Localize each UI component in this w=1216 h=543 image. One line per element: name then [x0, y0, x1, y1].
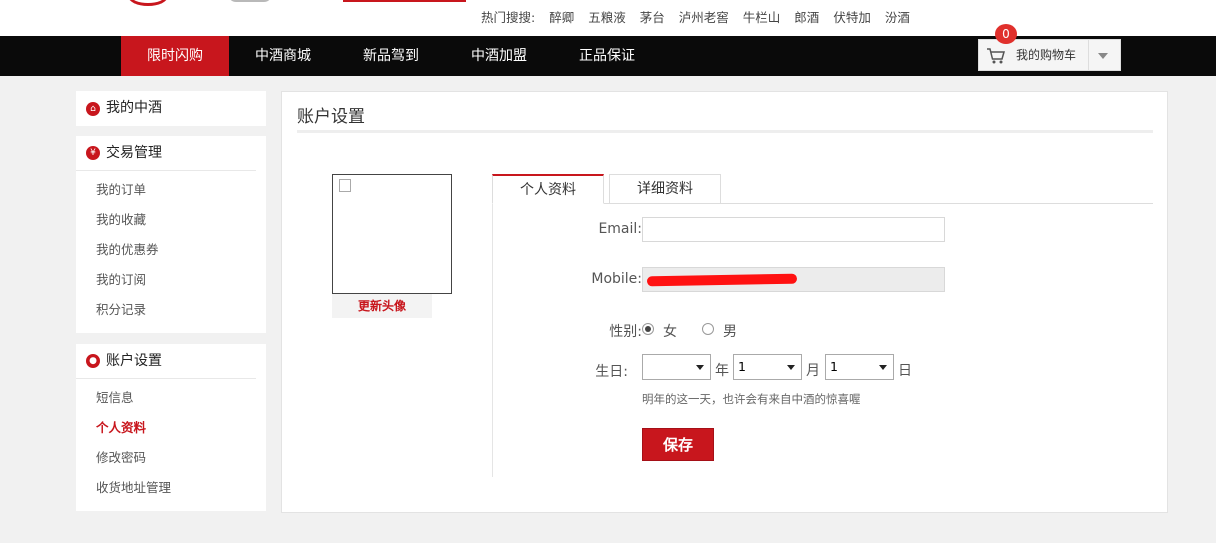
hot-keyword[interactable]: 郎酒 [794, 7, 819, 26]
user-icon: ● [86, 354, 100, 368]
sidebar-heading-trade: ¥ 交易管理 [76, 136, 256, 171]
sidebar-item-password[interactable]: 修改密码 [76, 443, 266, 473]
mobile-label: Mobile: [591, 271, 642, 287]
email-label: Email: [598, 221, 642, 237]
save-button[interactable]: 保存 [642, 428, 714, 461]
chevron-down-icon [879, 365, 887, 370]
nav-item-franchise[interactable]: 中酒加盟 [445, 36, 553, 76]
sidebar-account-section: ● 账户设置 短信息 个人资料 修改密码 收货地址管理 [76, 344, 266, 511]
tab-personal-info[interactable]: 个人资料 [492, 174, 604, 204]
tab-detailed-info[interactable]: 详细资料 [609, 174, 721, 204]
divider [492, 203, 493, 477]
account-settings-panel: 账户设置 更新头像 个人资料 详细资料 Email: Mobile: 性别: 女… [281, 91, 1168, 513]
chevron-down-icon [696, 365, 704, 370]
select-value: 1 [738, 359, 746, 374]
update-avatar-button[interactable]: 更新头像 [332, 294, 432, 318]
sidebar-heading: 交易管理 [106, 144, 162, 161]
sidebar-heading-account: ● 账户设置 [76, 344, 256, 379]
month-unit: 月 [806, 363, 820, 379]
redaction-mark [646, 273, 798, 287]
nav-item-authentic[interactable]: 正品保证 [553, 36, 661, 76]
home-icon: ⌂ [86, 101, 100, 116]
year-unit: 年 [715, 363, 729, 379]
gender-female-label: 女 [663, 324, 677, 340]
sidebar-heading: 账户设置 [106, 352, 162, 369]
birth-month-select[interactable]: 1 [733, 354, 802, 380]
mobile-field[interactable] [642, 267, 945, 292]
birthday-hint: 明年的这一天，也许会有来自中酒的惊喜喔 [642, 392, 861, 406]
sidebar-item-points[interactable]: 积分记录 [76, 295, 266, 325]
day-unit: 日 [898, 363, 912, 379]
avatar [332, 174, 452, 294]
sidebar-item-messages[interactable]: 短信息 [76, 383, 266, 413]
hot-search: 热门搜搜: 醉卿 五粮液 茅台 泸州老窖 牛栏山 郎酒 伏特加 汾酒 [481, 7, 924, 25]
cart-button[interactable]: 我的购物车 [978, 39, 1121, 71]
nav-item-new-arrivals[interactable]: 新品驾到 [337, 36, 445, 76]
sidebar-item-subscriptions[interactable]: 我的订阅 [76, 265, 266, 295]
sidebar-item-addresses[interactable]: 收货地址管理 [76, 473, 266, 503]
cart-label: 我的购物车 [1016, 48, 1077, 62]
cart-count-badge: 0 [995, 24, 1017, 44]
gender-label: 性别: [609, 324, 642, 340]
search-bar-edge [343, 0, 466, 2]
hot-keyword[interactable]: 泸州老窖 [679, 7, 729, 26]
sidebar-heading: 我的中酒 [106, 100, 162, 116]
broken-image-icon [339, 179, 351, 192]
sidebar-item-profile[interactable]: 个人资料 [76, 413, 266, 443]
nav-item-mall[interactable]: 中酒商城 [229, 36, 337, 76]
hot-keyword[interactable]: 牛栏山 [743, 7, 781, 26]
hot-search-label: 热门搜搜: [481, 9, 536, 25]
email-field[interactable] [642, 217, 945, 242]
nav-item-flash-sale[interactable]: 限时闪购 [121, 36, 229, 76]
main-nav: 限时闪购 中酒商城 新品驾到 中酒加盟 正品保证 我的购物车 [0, 36, 1216, 76]
logo-script [228, 0, 272, 2]
birthday-label: 生日: [595, 364, 628, 380]
sidebar-item-coupons[interactable]: 我的优惠券 [76, 235, 266, 265]
hot-keyword[interactable]: 醉卿 [549, 7, 574, 26]
page-title: 账户设置 [297, 107, 365, 127]
gender-female-radio[interactable] [642, 323, 654, 335]
chevron-down-icon [787, 365, 795, 370]
gender-male-radio[interactable] [702, 323, 714, 335]
hot-keyword[interactable]: 茅台 [640, 7, 665, 26]
hot-keyword[interactable]: 五粮液 [588, 7, 626, 26]
gender-male-label: 男 [723, 324, 737, 340]
chevron-down-icon[interactable] [1098, 53, 1108, 59]
hot-keyword[interactable]: 汾酒 [885, 7, 910, 26]
sidebar-item-orders[interactable]: 我的订单 [76, 175, 266, 205]
divider [297, 130, 1153, 133]
divider [1088, 40, 1089, 70]
sidebar-item-favorites[interactable]: 我的收藏 [76, 205, 266, 235]
birth-year-select[interactable] [642, 354, 711, 380]
cart-icon [987, 48, 1005, 64]
sidebar-item-my[interactable]: ⌂ 我的中酒 [76, 91, 256, 126]
sidebar-trade-section: ¥ 交易管理 我的订单 我的收藏 我的优惠券 我的订阅 积分记录 [76, 136, 266, 333]
select-value: 1 [830, 359, 838, 374]
top-bar: 热门搜搜: 醉卿 五粮液 茅台 泸州老窖 牛栏山 郎酒 伏特加 汾酒 [0, 0, 1216, 36]
yen-icon: ¥ [86, 146, 100, 160]
logo[interactable] [128, 0, 168, 6]
sidebar-my-section: ⌂ 我的中酒 [76, 91, 266, 126]
hot-keyword[interactable]: 伏特加 [833, 7, 871, 26]
birth-day-select[interactable]: 1 [825, 354, 894, 380]
